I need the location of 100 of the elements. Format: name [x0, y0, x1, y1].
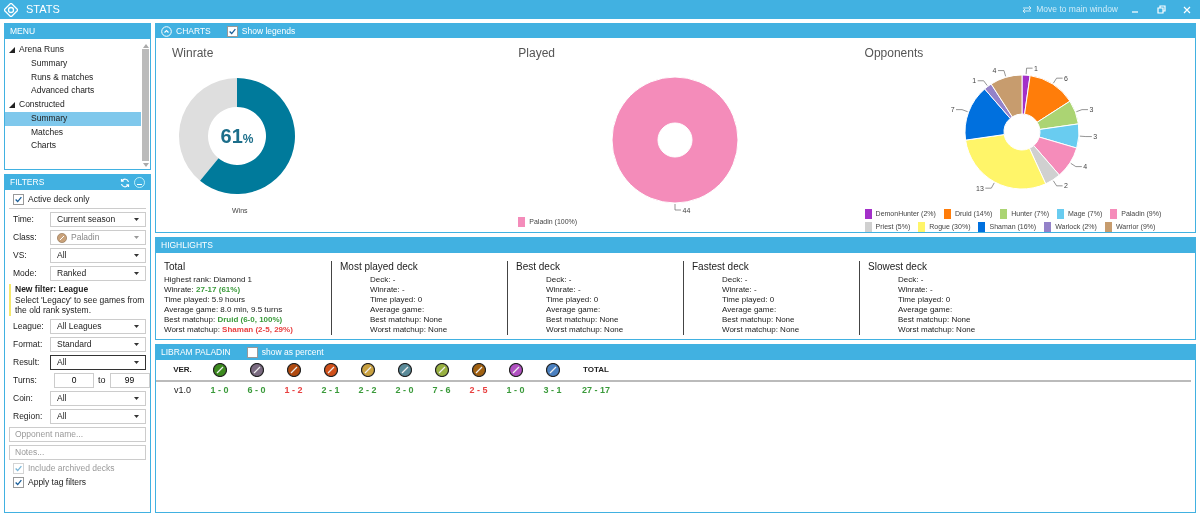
range-joiner: to [98, 374, 106, 386]
panel-title: MENU [10, 26, 36, 37]
checkbox[interactable] [246, 347, 258, 358]
field-label: Time: [13, 214, 35, 225]
table-cell: 27 - 17 [582, 385, 610, 396]
checkbox-label: Show legends [241, 25, 296, 37]
checkbox-label: show as percent [261, 347, 324, 358]
class-icon [471, 363, 486, 377]
stat-line: Time played: 0 [370, 295, 423, 305]
field-label: VS: [13, 250, 28, 261]
class-icon [323, 363, 338, 377]
stat-line: Deck: - [898, 275, 924, 285]
chart-title: Played [518, 46, 556, 61]
stat-line: Deck: - [370, 275, 396, 285]
more-icon[interactable] [134, 177, 145, 188]
class-icon [249, 363, 264, 377]
table-cell: 6 - 0 [247, 385, 266, 396]
column-title: Best deck [516, 261, 561, 273]
number-field[interactable]: 0 [54, 372, 94, 388]
checkbox[interactable] [13, 476, 24, 488]
stat-line: Deck: - [722, 275, 748, 285]
leader-line [675, 203, 682, 211]
dropdown[interactable]: All [50, 390, 146, 406]
dropdown[interactable]: Standard [50, 336, 146, 352]
stat-line: Deck: - [546, 275, 572, 285]
leader-line [1075, 109, 1089, 113]
field-label: Coin: [13, 393, 34, 404]
checkbox[interactable] [13, 194, 24, 205]
refresh-icon[interactable] [120, 177, 130, 188]
checkbox-label: Apply tag filters [28, 477, 87, 488]
table-cell: 7 - 6 [432, 385, 451, 396]
dropdown[interactable]: Current season [50, 212, 146, 227]
field-label: Region: [13, 411, 44, 422]
tree-item[interactable]: Runs & matches [5, 70, 141, 85]
stat-line: Winrate: - [722, 285, 757, 295]
collapse-arrow-icon[interactable] [9, 46, 15, 53]
stat-line: Average game: [370, 305, 425, 315]
stat-line: Winrate: - [370, 285, 405, 295]
caret-icon [134, 342, 139, 346]
caret-icon [134, 360, 139, 364]
stat-line: Best matchup: None [898, 315, 971, 325]
caret-icon [134, 324, 139, 328]
table-cell: 2 - 0 [395, 385, 414, 396]
caret-icon [134, 218, 139, 221]
leader-line [1070, 163, 1082, 167]
leader-line [984, 182, 995, 189]
stat-line: Winrate: - [546, 285, 581, 295]
leader-line [997, 70, 1006, 77]
chart-title: Opponents [864, 46, 925, 61]
table-cell: 1 - 2 [284, 385, 303, 396]
class-icon [434, 363, 449, 377]
stat-line: Worst matchup: Shaman (2-5, 29%) [164, 325, 293, 335]
class-icon [286, 363, 301, 377]
leader-line [1052, 180, 1063, 187]
tree-item[interactable]: Summary [5, 111, 141, 126]
arrows-icon [1022, 5, 1033, 14]
table-cell: 2 - 1 [321, 385, 340, 396]
collapse-arrow-icon[interactable] [9, 101, 15, 108]
stat-line: Average game: 8.0 min, 9.5 turns [164, 305, 283, 315]
stat-line: Average game: [898, 305, 953, 315]
stat-line: Time played: 0 [722, 295, 775, 305]
close-icon[interactable] [1182, 5, 1192, 16]
table-cell: 3 - 1 [543, 385, 562, 396]
leader-line [977, 80, 988, 86]
stat-line: Worst matchup: None [370, 325, 448, 335]
column-title: Slowest deck [868, 261, 928, 273]
tree-item[interactable]: Arena Runs [5, 43, 141, 57]
dropdown[interactable]: All [50, 248, 146, 263]
text-field[interactable]: Notes... [9, 444, 146, 460]
dropdown[interactable]: All [50, 354, 146, 370]
stat-line: Best matchup: None [370, 315, 443, 325]
checkbox[interactable] [226, 25, 238, 37]
class-icon [508, 363, 523, 377]
number-field[interactable]: 99 [109, 372, 150, 388]
tree-item[interactable]: Matches [5, 125, 141, 140]
stat-line: Average game: [722, 305, 777, 315]
class-icon [360, 363, 375, 377]
dropdown[interactable]: All [50, 408, 146, 424]
tree-item[interactable]: Charts [5, 139, 141, 154]
table-cell: 1 - 0 [210, 385, 229, 396]
restore-icon[interactable] [1156, 5, 1166, 16]
stat-line: Best matchup: Druid (6-0, 100%) [164, 315, 283, 325]
table-cell: 1 - 0 [506, 385, 525, 396]
tree-item[interactable]: Advanced charts [5, 84, 141, 99]
collapse-icon[interactable] [161, 25, 172, 37]
caret-icon [134, 414, 139, 418]
table-cell: 2 - 2 [358, 385, 377, 396]
tree-item[interactable]: Summary [5, 56, 141, 71]
note-title: New filter: League [15, 284, 90, 295]
leader-line [1052, 77, 1063, 84]
tree-item[interactable]: Constructed [5, 98, 141, 112]
note-text: Select 'Legacy' to see games from the old rank system. [15, 294, 146, 316]
dropdown[interactable]: Ranked [50, 266, 146, 281]
field-label: League: [13, 321, 45, 332]
stat-line: Average game: [546, 305, 601, 315]
dropdown[interactable]: All Leagues [50, 318, 146, 334]
field-label: Turns: [13, 375, 38, 386]
stat-line: Winrate: 27-17 (61%) [164, 285, 241, 295]
text-field[interactable]: Opponent name... [9, 426, 146, 442]
column-header: TOTAL [583, 365, 609, 375]
